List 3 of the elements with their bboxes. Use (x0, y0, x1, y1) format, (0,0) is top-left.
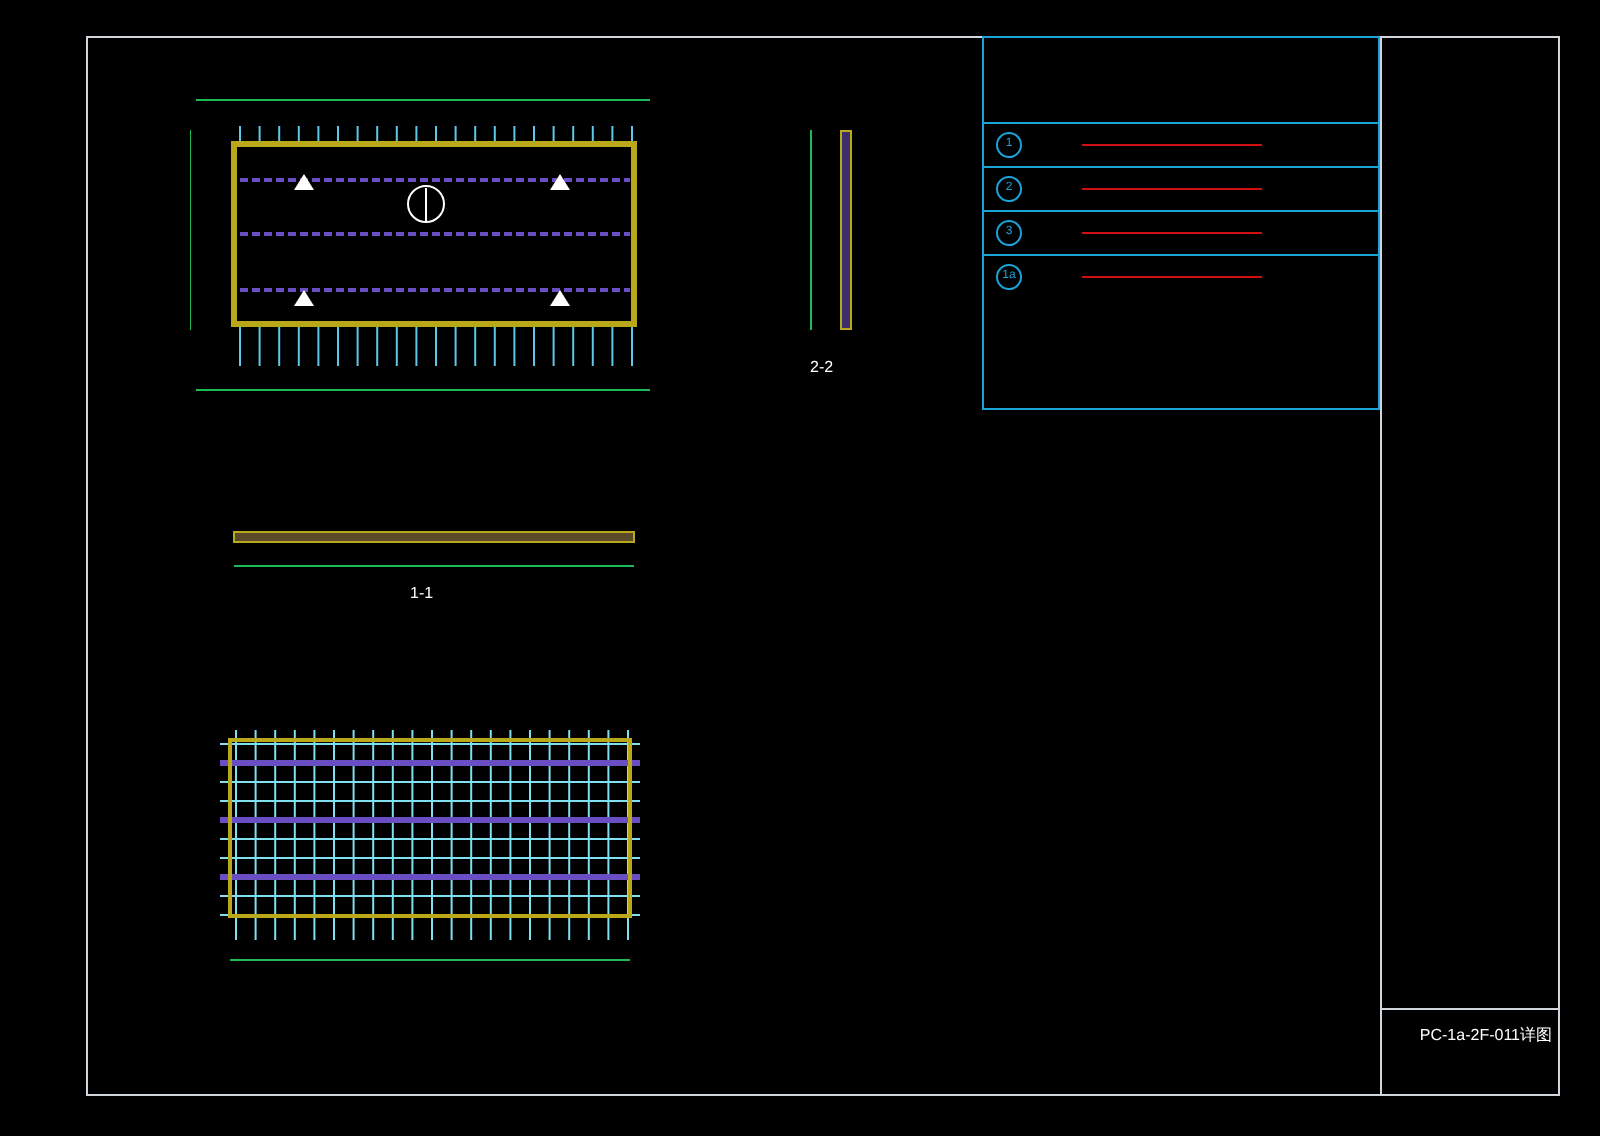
section-caption: 2-2 (810, 356, 834, 380)
drawing-number: PC-1a-2F-011详图 (1419, 1023, 1552, 1047)
section-caption: 1-1 (410, 582, 434, 606)
